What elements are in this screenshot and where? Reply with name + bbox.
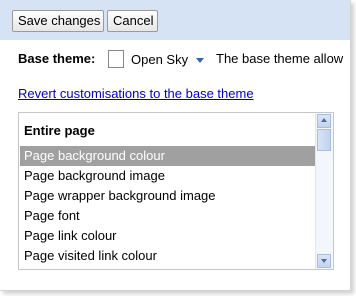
base-theme-description: The base theme allow [216, 51, 344, 66]
list-item-page-wrapper-background-image[interactable]: Page wrapper background image [20, 186, 316, 206]
save-changes-button[interactable]: Save changes [12, 10, 104, 32]
revert-customisations-link[interactable]: Revert customisations to the base theme [18, 86, 254, 101]
base-theme-row: Base theme: Open Sky The base theme allo… [0, 44, 350, 74]
list-item-page-font[interactable]: Page font [20, 206, 316, 226]
scroll-down-icon[interactable] [317, 254, 331, 268]
theme-swatch-icon [108, 50, 124, 68]
scroll-up-icon[interactable] [317, 114, 331, 128]
theme-editor-panel: Save changes Cancel Base theme: Open Sky… [0, 0, 351, 291]
list-items: Page background colour Page background i… [20, 146, 316, 266]
cancel-button[interactable]: Cancel [107, 10, 158, 32]
settings-list: Entire page Page background colour Page … [18, 112, 334, 270]
base-theme-label: Base theme: [18, 51, 96, 66]
scrollbar-thumb[interactable] [317, 129, 331, 151]
list-item-page-background-image[interactable]: Page background image [20, 166, 316, 186]
dropdown-arrow-icon [196, 58, 204, 63]
base-theme-dropdown[interactable]: Open Sky [103, 47, 210, 71]
base-theme-value: Open Sky [131, 52, 189, 67]
list-item-page-visited-link-colour[interactable]: Page visited link colour [20, 246, 316, 266]
list-item-page-background-colour[interactable]: Page background colour [20, 146, 316, 166]
list-section-header: Entire page [24, 123, 95, 138]
toolbar: Save changes Cancel [0, 0, 350, 40]
list-item-page-link-colour[interactable]: Page link colour [20, 226, 316, 246]
list-scrollbar[interactable] [315, 113, 333, 269]
